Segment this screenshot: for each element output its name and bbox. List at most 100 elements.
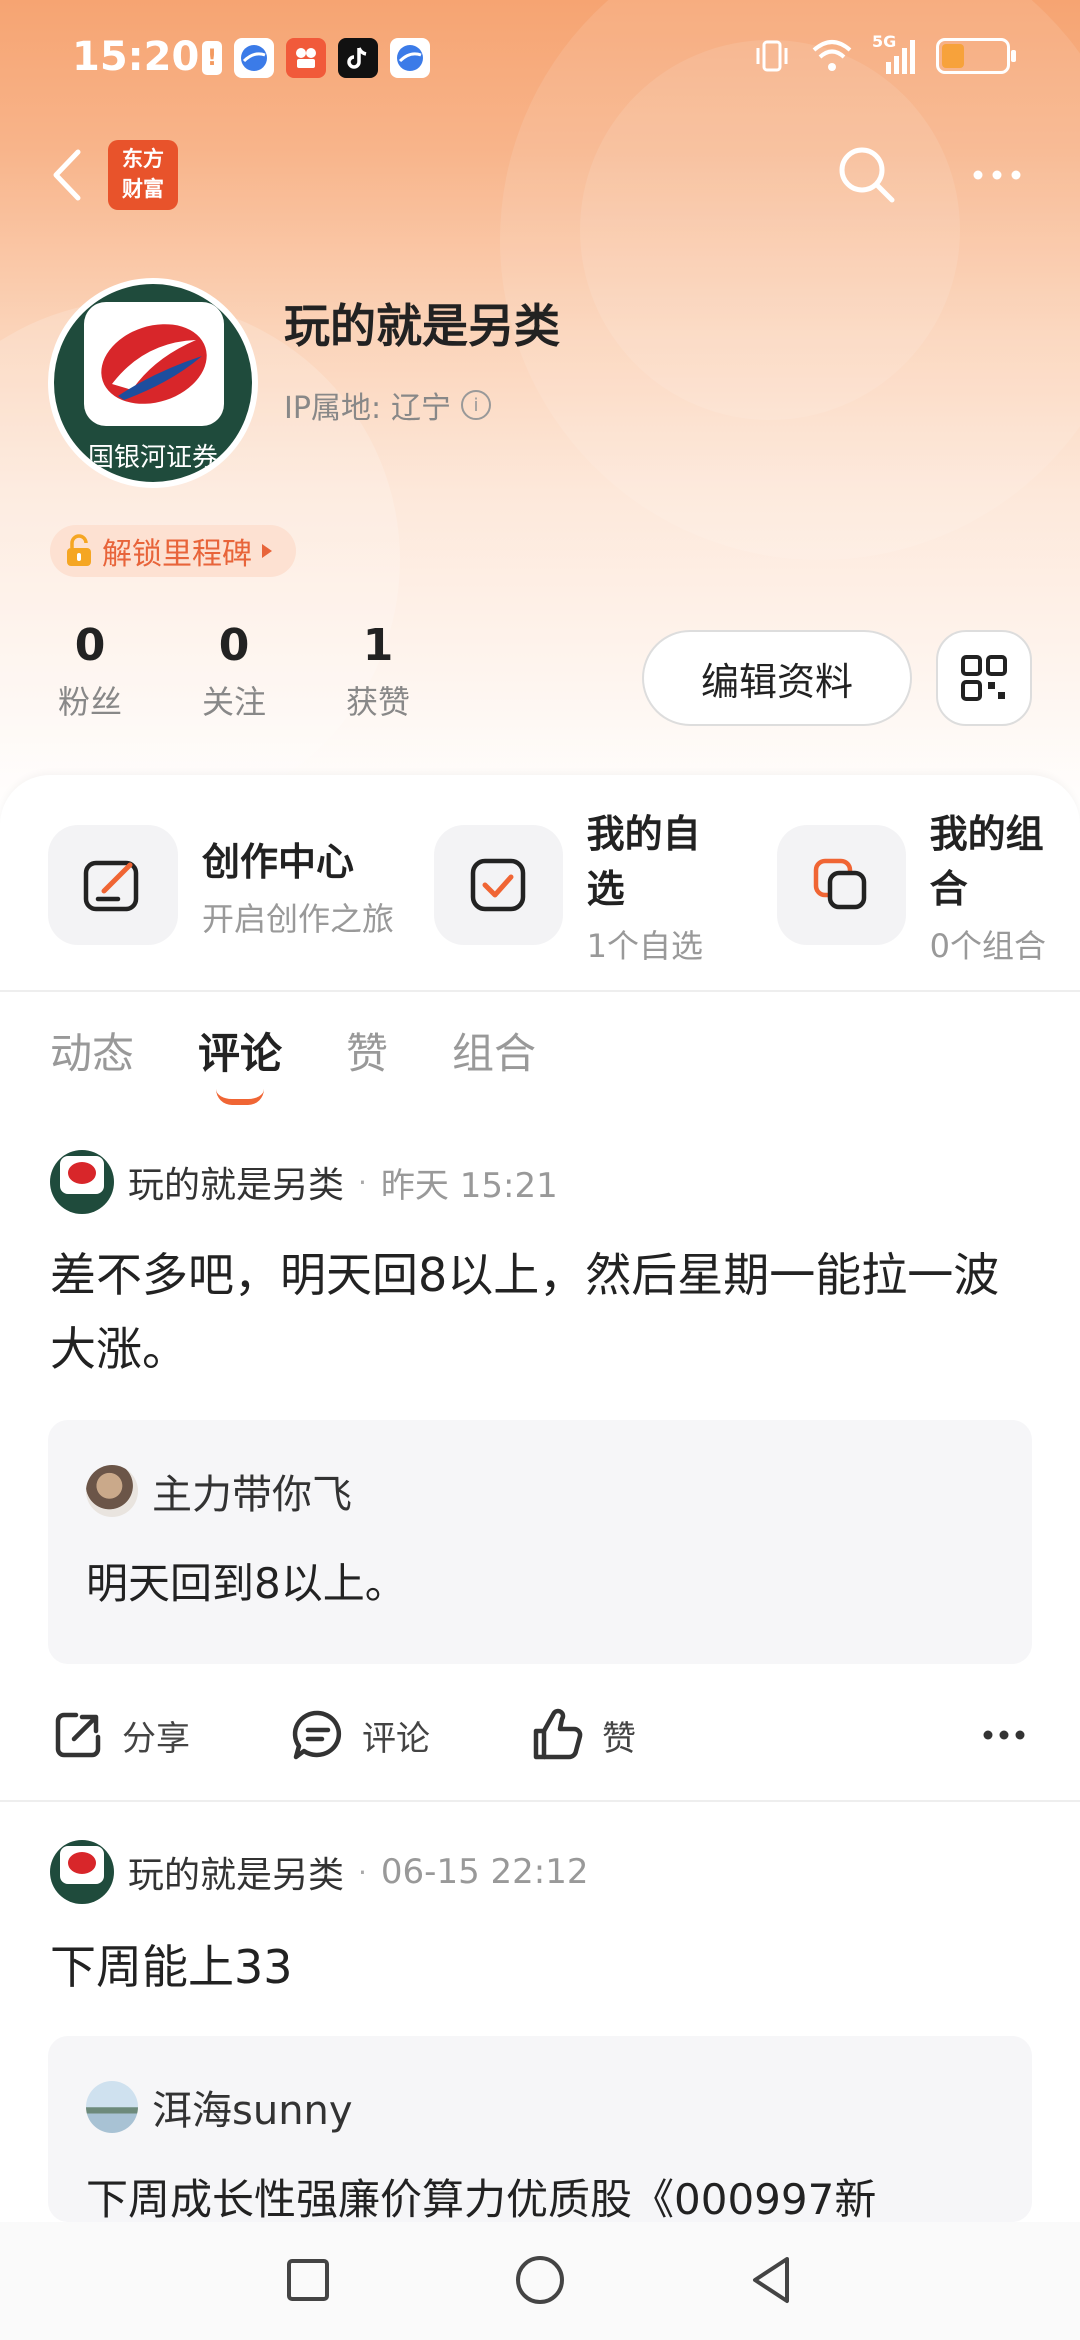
qr-code-button[interactable] bbox=[936, 630, 1032, 726]
stat-value: 1 bbox=[362, 620, 394, 671]
feature-portfolio[interactable]: 我的组合 0个组合 bbox=[777, 812, 1080, 965]
search-button[interactable] bbox=[832, 140, 902, 210]
comment-icon bbox=[292, 1710, 342, 1760]
caret-right-icon bbox=[262, 544, 272, 558]
more-horizontal-icon bbox=[973, 170, 1021, 180]
feature-title: 我的组合 bbox=[929, 812, 1044, 911]
tab-activity[interactable]: 动态 bbox=[50, 1020, 134, 1081]
circle-icon bbox=[516, 2256, 564, 2304]
feature-text: 创作中心 开启创作之旅 bbox=[202, 831, 394, 940]
feature-subtitle: 开启创作之旅 bbox=[202, 899, 395, 938]
quote-author: 主力带你飞 bbox=[152, 1472, 352, 1518]
like-button[interactable]: 赞 bbox=[530, 1707, 770, 1763]
author-avatar[interactable] bbox=[50, 1150, 114, 1214]
author-avatar[interactable] bbox=[50, 1840, 114, 1904]
wifi-icon bbox=[812, 40, 852, 71]
recent-apps-button[interactable] bbox=[278, 2250, 338, 2310]
video-app-icon bbox=[286, 38, 326, 78]
feature-shortcuts: 创作中心 开启创作之旅 我的自选 1个自选 我的组合 0个组合 bbox=[48, 812, 1080, 965]
quote-author-avatar bbox=[86, 1465, 138, 1517]
post-time: 昨天 15:21 bbox=[380, 1165, 558, 1206]
info-icon[interactable]: i bbox=[461, 390, 492, 420]
tab-likes[interactable]: 赞 bbox=[346, 1020, 388, 1081]
stat-followers[interactable]: 0 粉丝 bbox=[48, 620, 132, 723]
status-bar: 15:20 ! 5G bbox=[0, 0, 1080, 120]
vibrate-icon bbox=[756, 40, 788, 72]
share-button[interactable]: 分享 bbox=[50, 1707, 290, 1763]
ip-location: IP属地: 辽宁 i bbox=[284, 383, 492, 427]
quote-header: 洱海sunny bbox=[86, 2078, 353, 2136]
quote-text: 下周成长性强廉价算力优质股《000997新 bbox=[86, 2175, 877, 2224]
quote-text: 明天回到8以上。 bbox=[86, 1559, 407, 1608]
stat-likes[interactable]: 1 获赞 bbox=[336, 620, 420, 723]
more-horizontal-icon bbox=[983, 1730, 1025, 1740]
notification-icons: ! bbox=[202, 38, 430, 78]
stat-following[interactable]: 0 关注 bbox=[192, 620, 276, 723]
tab-comments[interactable]: 评论 bbox=[198, 1020, 282, 1105]
milestone-badge[interactable]: 解锁里程碑 bbox=[50, 525, 296, 577]
status-time: 15:20 bbox=[72, 34, 200, 80]
tab-portfolio[interactable]: 组合 bbox=[452, 1020, 536, 1081]
post-header: 玩的就是另类 · 06-15 22:12 bbox=[50, 1840, 589, 1904]
profile-avatar[interactable]: 国银河证券 bbox=[48, 278, 258, 488]
post-text[interactable]: 下周能上33 bbox=[50, 1930, 1030, 2004]
feature-icon-tile bbox=[434, 825, 563, 945]
stat-label: 关注 bbox=[201, 683, 266, 721]
quote-author: 洱海sunny bbox=[152, 2088, 353, 2134]
divider bbox=[0, 1800, 1080, 1802]
checkbox-icon bbox=[471, 858, 526, 912]
chevron-left-icon bbox=[53, 149, 81, 201]
edit-profile-button[interactable]: 编辑资料 bbox=[642, 630, 912, 726]
profile-stats: 0 粉丝 0 关注 1 获赞 bbox=[48, 620, 420, 723]
triangle-back-icon bbox=[753, 2257, 789, 2303]
milestone-label: 解锁里程碑 bbox=[102, 537, 252, 572]
post-author[interactable]: 玩的就是另类 bbox=[128, 1156, 344, 1208]
back-button[interactable] bbox=[44, 140, 94, 210]
home-button[interactable] bbox=[510, 2250, 570, 2310]
ip-location-label: IP属地: bbox=[284, 391, 382, 426]
search-icon bbox=[839, 147, 895, 203]
tiktok-app-icon bbox=[338, 38, 378, 78]
system-back-button[interactable] bbox=[742, 2250, 802, 2310]
feature-icon-tile bbox=[777, 825, 906, 945]
brand-logo[interactable]: 东方 财富 bbox=[108, 140, 178, 210]
post-text[interactable]: 差不多吧，明天回8以上，然后星期一能拉一波大涨。 bbox=[50, 1238, 1030, 1386]
square-icon bbox=[287, 2259, 329, 2301]
profile-username: 玩的就是另类 bbox=[284, 299, 560, 353]
like-label: 赞 bbox=[602, 1718, 636, 1759]
separator-dot: · bbox=[358, 1855, 367, 1889]
comment-button[interactable]: 评论 bbox=[290, 1707, 530, 1763]
battery-level bbox=[942, 44, 964, 68]
thumbs-up-icon bbox=[533, 1708, 583, 1760]
avatar-logo-tile bbox=[84, 302, 224, 426]
post-more-button[interactable] bbox=[974, 1715, 1034, 1755]
system-navigation-bar bbox=[0, 2222, 1080, 2340]
galaxy-securities-logo-icon bbox=[101, 324, 207, 404]
feature-creator-center[interactable]: 创作中心 开启创作之旅 bbox=[48, 825, 394, 945]
more-options-button[interactable] bbox=[962, 150, 1032, 200]
feature-icon-tile bbox=[48, 825, 178, 945]
battery-icon bbox=[936, 38, 1016, 74]
post-author[interactable]: 玩的就是另类 bbox=[128, 1846, 344, 1898]
quote-header: 主力带你飞 bbox=[86, 1462, 352, 1520]
quoted-post[interactable]: 主力带你飞 明天回到8以上。 bbox=[48, 1420, 1032, 1664]
stat-value: 0 bbox=[218, 620, 250, 671]
browser-app-icon bbox=[390, 38, 430, 78]
feature-subtitle: 1个自选 bbox=[586, 927, 703, 965]
brand-line1: 东方 bbox=[122, 147, 164, 171]
system-status-icons: 5G bbox=[752, 32, 1016, 76]
quoted-post[interactable]: 洱海sunny 下周成长性强廉价算力优质股《000997新 bbox=[48, 2036, 1032, 2224]
feature-subtitle: 0个组合 bbox=[929, 927, 1046, 965]
feature-text: 我的组合 0个组合 bbox=[930, 803, 1080, 967]
unlock-icon bbox=[67, 534, 91, 566]
separator-dot: · bbox=[358, 1165, 367, 1199]
stat-label: 获赞 bbox=[345, 683, 410, 721]
post-header: 玩的就是另类 · 昨天 15:21 bbox=[50, 1150, 558, 1214]
divider bbox=[0, 990, 1080, 992]
post-actions: 分享 评论 赞 bbox=[50, 1700, 1034, 1770]
feature-watchlist[interactable]: 我的自选 1个自选 bbox=[434, 812, 737, 965]
cellular-signal-icon: 5G bbox=[872, 32, 918, 76]
post-time: 06-15 22:12 bbox=[380, 1852, 589, 1892]
alert-icon: ! bbox=[202, 41, 222, 75]
stat-label: 粉丝 bbox=[57, 683, 122, 721]
